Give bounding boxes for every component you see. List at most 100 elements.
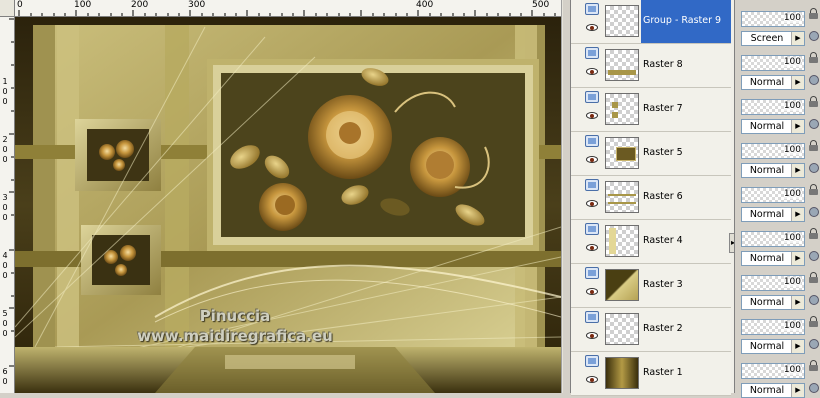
opacity-slider[interactable]: 100 [741, 275, 805, 291]
layers-palette: Group - Raster 9 Raster 8 Raster 7 Raste… [570, 0, 734, 396]
layer-visibility-icon[interactable] [585, 135, 599, 147]
opacity-slider[interactable]: 100 [741, 55, 805, 71]
opacity-slider[interactable]: 100 [741, 143, 805, 159]
ruler-label: 0 [2, 377, 8, 386]
eye-icon[interactable] [586, 200, 598, 207]
opacity-slider[interactable]: 100 [741, 319, 805, 335]
layer-name: Raster 8 [643, 59, 683, 70]
layer-properties-row: 100 Screen ▶ [735, 0, 820, 46]
layer-visibility-icon[interactable] [585, 179, 599, 191]
layer-thumbnail [605, 225, 639, 257]
opacity-slider[interactable]: 100 [741, 99, 805, 115]
opacity-value: 100 [783, 13, 801, 23]
blend-mode-value: Normal [749, 165, 785, 176]
layer-name: Raster 4 [643, 235, 683, 246]
layer-row-raster-4[interactable]: Raster 4 [571, 220, 731, 264]
layer-name-area[interactable]: Raster 1 [641, 352, 731, 395]
eye-icon[interactable] [586, 156, 598, 163]
layer-visibility-icon[interactable] [585, 267, 599, 279]
chevron-right-icon[interactable]: ▶ [791, 384, 804, 397]
blend-mode-value: Normal [749, 121, 785, 132]
blend-mode-select[interactable]: Normal ▶ [741, 383, 805, 398]
layer-row-raster-6[interactable]: Raster 6 [571, 176, 731, 220]
link-icon[interactable] [809, 295, 819, 305]
ruler-corner [0, 0, 15, 17]
lock-icon[interactable] [809, 184, 818, 195]
scrollbar-thumb[interactable] [563, 0, 570, 393]
ruler-label: 0 [2, 319, 8, 328]
link-icon[interactable] [809, 251, 819, 261]
eye-icon[interactable] [586, 376, 598, 383]
link-icon[interactable] [809, 119, 819, 129]
layer-name-area[interactable]: Raster 4 [641, 220, 731, 263]
layer-row-raster-3[interactable]: Raster 3 [571, 264, 731, 308]
eye-icon[interactable] [586, 112, 598, 119]
link-icon[interactable] [809, 75, 819, 85]
lock-icon[interactable] [809, 140, 818, 151]
layer-visibility-icon[interactable] [585, 47, 599, 59]
layer-name: Raster 1 [643, 367, 683, 378]
lock-icon[interactable] [809, 272, 818, 283]
layer-visibility-icon[interactable] [585, 355, 599, 367]
opacity-value: 100 [783, 277, 801, 287]
layer-name-area[interactable]: Raster 8 [641, 44, 731, 87]
blend-mode-value: Normal [749, 297, 785, 308]
layer-visibility-icon[interactable] [585, 3, 599, 15]
layer-thumbnail [605, 5, 639, 37]
ruler-label: 0 [2, 329, 8, 338]
layer-properties-row: 100 Normal ▶ [735, 352, 820, 398]
layer-row-group-raster-9[interactable]: Group - Raster 9 [571, 0, 731, 44]
link-icon[interactable] [809, 31, 819, 41]
eye-icon[interactable] [586, 288, 598, 295]
layer-thumbnail [605, 93, 639, 125]
lock-icon[interactable] [809, 360, 818, 371]
eye-icon[interactable] [586, 24, 598, 31]
layer-name-area[interactable]: Raster 5 [641, 132, 731, 175]
ruler-label: 6 [2, 367, 8, 376]
link-icon[interactable] [809, 163, 819, 173]
eye-icon[interactable] [586, 68, 598, 75]
layer-properties-row: 100 Normal ▶ [735, 88, 820, 134]
lock-icon[interactable] [809, 316, 818, 327]
ruler-label: 0 [2, 87, 8, 96]
eye-icon[interactable] [586, 244, 598, 251]
layer-visibility-icon[interactable] [585, 311, 599, 323]
eye-icon[interactable] [586, 332, 598, 339]
ruler-label: 0 [2, 97, 8, 106]
layer-name: Group - Raster 9 [643, 15, 722, 26]
layer-name: Raster 7 [643, 103, 683, 114]
layer-properties-row: 100 Normal ▶ [735, 308, 820, 354]
layer-properties-row: 100 Normal ▶ [735, 220, 820, 266]
layer-thumbnail [605, 313, 639, 345]
opacity-slider[interactable]: 100 [741, 231, 805, 247]
lock-icon[interactable] [809, 52, 818, 63]
layer-name-area[interactable]: Group - Raster 9 [641, 0, 731, 43]
layer-name: Raster 2 [643, 323, 683, 334]
link-icon[interactable] [809, 383, 819, 393]
layer-properties-row: 100 Normal ▶ [735, 264, 820, 310]
layer-visibility-icon[interactable] [585, 223, 599, 235]
layer-row-raster-8[interactable]: Raster 8 [571, 44, 731, 88]
image-canvas[interactable]: Pinuccia www.maidiregrafica.eu [15, 17, 561, 393]
lock-icon[interactable] [809, 96, 818, 107]
layer-name-area[interactable]: Raster 2 [641, 308, 731, 351]
layer-name-area[interactable]: Raster 6 [641, 176, 731, 219]
layer-visibility-icon[interactable] [585, 91, 599, 103]
layer-row-raster-7[interactable]: Raster 7 [571, 88, 731, 132]
link-icon[interactable] [809, 339, 819, 349]
ruler-label: 1 [2, 77, 8, 86]
ruler-label: 200 [131, 0, 149, 10]
layer-row-raster-5[interactable]: Raster 5 [571, 132, 731, 176]
lock-icon[interactable] [809, 8, 818, 19]
opacity-value: 100 [783, 145, 801, 155]
opacity-slider[interactable]: 100 [741, 187, 805, 203]
horizontal-ruler: 0 100 200 300 400 500 [0, 0, 565, 17]
layer-name-area[interactable]: Raster 3 [641, 264, 731, 307]
link-icon[interactable] [809, 207, 819, 217]
layer-name-area[interactable]: Raster 7 [641, 88, 731, 131]
layer-row-raster-2[interactable]: Raster 2 [571, 308, 731, 352]
lock-icon[interactable] [809, 228, 818, 239]
opacity-slider[interactable]: 100 [741, 11, 805, 27]
opacity-slider[interactable]: 100 [741, 363, 805, 379]
layer-row-raster-1[interactable]: Raster 1 [571, 352, 731, 396]
